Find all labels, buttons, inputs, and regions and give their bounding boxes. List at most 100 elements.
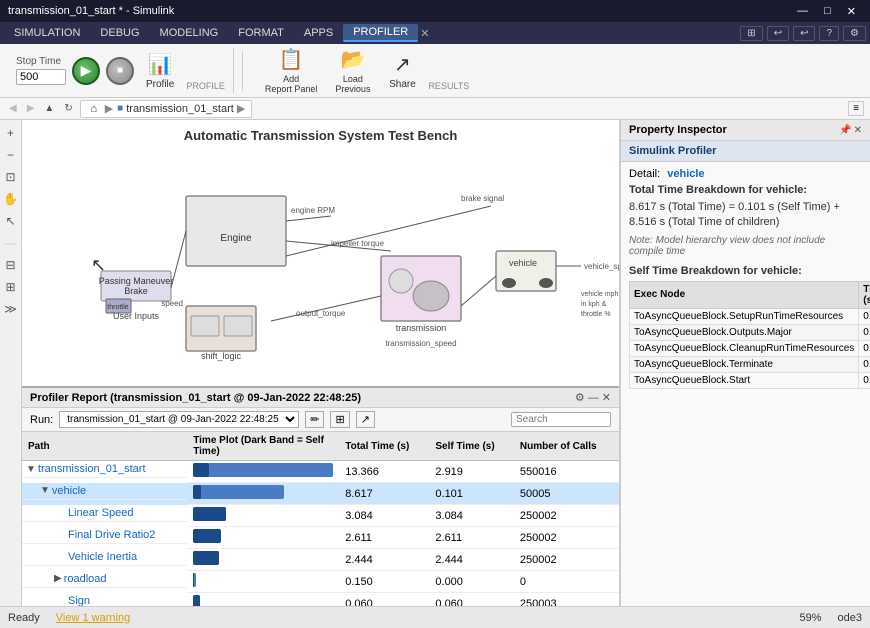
- transmission-speed-label: transmission_speed: [385, 339, 456, 348]
- path-label[interactable]: transmission_01_start: [38, 463, 146, 475]
- exec-node-cell: ToAsyncQueueBlock.Start: [630, 372, 859, 388]
- table-row[interactable]: Final Drive Ratio2 2.611 2.611 250002: [22, 527, 619, 549]
- sidebar-zoom-out[interactable]: −: [2, 146, 20, 164]
- collapse-button[interactable]: ≡: [848, 101, 864, 116]
- menu-modeling[interactable]: MODELING: [150, 25, 229, 41]
- compare-btn[interactable]: ⊞: [330, 411, 349, 428]
- canvas-area: Automatic Transmission System Test Bench…: [22, 120, 620, 606]
- self-time-cell: 2.611: [429, 527, 513, 549]
- share-button[interactable]: ↗ Share: [382, 48, 422, 94]
- prop-note: Note: Model hierarchy view does not incl…: [629, 235, 862, 257]
- svg-text:in kph &: in kph &: [581, 301, 607, 308]
- sidebar-more[interactable]: ≫: [2, 300, 20, 318]
- path-cell: ▼ vehicle: [22, 483, 187, 500]
- simulink-profiler-label: Simulink Profiler: [621, 141, 870, 162]
- profiler-close-btn[interactable]: ✕: [602, 391, 611, 404]
- time-cell: 0.062: [859, 308, 870, 324]
- engine-block[interactable]: [186, 196, 286, 266]
- search-input[interactable]: [511, 412, 611, 427]
- speed-label: speed: [161, 299, 183, 308]
- table-row[interactable]: ▼ transmission_01_start 13.366 2.919 550…: [22, 461, 619, 483]
- path-label[interactable]: Final Drive Ratio2: [68, 529, 155, 541]
- path-label[interactable]: Linear Speed: [68, 507, 133, 519]
- menu-icon-btn-1[interactable]: ⊞: [740, 26, 762, 41]
- exec-node-cell: ToAsyncQueueBlock.SetupRunTimeResources: [630, 308, 859, 324]
- panel-pin-btn[interactable]: 📌: [839, 125, 851, 136]
- breadcrumb-arrow: ▶: [237, 102, 245, 115]
- path-label[interactable]: Sign: [68, 595, 90, 607]
- table-row[interactable]: Sign 0.060 0.060 250003: [22, 593, 619, 607]
- edit-run-btn[interactable]: ✏: [305, 411, 324, 428]
- table-row[interactable]: ▶ roadload 0.150 0.000 0: [22, 571, 619, 593]
- profiler-data-table: Path Time Plot (Dark Band = Self Time) T…: [22, 432, 619, 606]
- refresh-button[interactable]: ↻: [61, 102, 75, 115]
- help-button[interactable]: ?: [819, 26, 839, 41]
- calls-cell: 50005: [514, 483, 619, 505]
- profiler-tab-close[interactable]: ✕: [420, 27, 429, 40]
- calls-cell: 250002: [514, 527, 619, 549]
- menu-simulation[interactable]: SIMULATION: [4, 25, 90, 41]
- close-button[interactable]: ✕: [841, 5, 862, 18]
- load-previous-button[interactable]: 📂 LoadPrevious: [329, 43, 376, 98]
- self-time-cell: 2.919: [429, 461, 513, 483]
- add-report-icon: 📋: [279, 47, 304, 72]
- sidebar-select[interactable]: ↖: [2, 212, 20, 230]
- export-btn[interactable]: ↗: [356, 411, 375, 428]
- col-self-time: Self Time (s): [429, 432, 513, 461]
- run-select[interactable]: transmission_01_start @ 09-Jan-2022 22:4…: [59, 411, 299, 428]
- profile-button[interactable]: 📊 Profile: [140, 48, 180, 94]
- status-zoom: 59%: [799, 612, 821, 624]
- expand-btn[interactable]: ▼: [40, 485, 50, 496]
- sidebar-zoom-in[interactable]: +: [2, 124, 20, 142]
- up-button[interactable]: ▲: [41, 102, 57, 115]
- run-button[interactable]: ▶: [72, 57, 100, 85]
- stop-time-group: Stop Time: [16, 56, 66, 85]
- redo-button[interactable]: ↩: [793, 26, 815, 41]
- total-time-cell: 8.617: [339, 483, 429, 505]
- table-row[interactable]: ▼ vehicle 8.617 0.101 50005: [22, 483, 619, 505]
- undo-button[interactable]: ↩: [767, 26, 789, 41]
- sidebar-align[interactable]: ⊟: [2, 256, 20, 274]
- col-time: Time (s): [859, 281, 870, 308]
- status-warning[interactable]: View 1 warning: [56, 612, 130, 624]
- table-row[interactable]: Linear Speed 3.084 3.084 250002: [22, 505, 619, 527]
- status-solver: ode3: [838, 612, 862, 624]
- menu-debug[interactable]: DEBUG: [90, 25, 149, 41]
- expand-btn[interactable]: ▶: [54, 573, 62, 584]
- profiler-settings-btn[interactable]: ⚙: [575, 391, 585, 404]
- transmission-label: transmission: [395, 323, 446, 333]
- stop-time-input[interactable]: [16, 69, 66, 85]
- minimize-button[interactable]: —: [791, 5, 814, 18]
- add-report-panel-button[interactable]: 📋 AddReport Panel: [259, 43, 324, 98]
- load-previous-icon: 📂: [340, 47, 365, 72]
- back-button[interactable]: ◀: [6, 102, 20, 115]
- expand-btn[interactable]: ▼: [26, 464, 36, 475]
- total-time-text: 8.617 s (Total Time) = 0.101 s (Self Tim…: [629, 200, 862, 231]
- maximize-button[interactable]: □: [818, 5, 837, 18]
- stop-button[interactable]: ■: [106, 57, 134, 85]
- list-item: ToAsyncQueueBlock.Terminate 0.000 1: [630, 356, 870, 372]
- menu-profiler-tab[interactable]: PROFILER: [343, 24, 418, 42]
- forward-button[interactable]: ▶: [24, 102, 38, 115]
- profiler-toolbar: Run: transmission_01_start @ 09-Jan-2022…: [22, 408, 619, 432]
- total-time-cell: 13.366: [339, 461, 429, 483]
- panel-close-btn[interactable]: ✕: [854, 125, 862, 136]
- settings-button[interactable]: ⚙: [843, 26, 866, 41]
- simulink-icon: ■: [117, 103, 123, 114]
- sidebar-grid[interactable]: ⊞: [2, 278, 20, 296]
- path-label[interactable]: vehicle: [52, 485, 86, 497]
- path-cell: Linear Speed: [22, 505, 187, 522]
- total-time-cell: 3.084: [339, 505, 429, 527]
- menu-format[interactable]: FORMAT: [228, 25, 294, 41]
- sidebar-pan[interactable]: ✋: [2, 190, 20, 208]
- path-label[interactable]: roadload: [64, 573, 107, 585]
- calls-cell: 0: [514, 571, 619, 593]
- profiler-minimize-btn[interactable]: —: [588, 391, 599, 404]
- content-area: + − ⊡ ✋ ↖ — ⊟ ⊞ ≫ Automatic Transmission…: [0, 120, 870, 606]
- path-label[interactable]: Vehicle Inertia: [68, 551, 137, 563]
- sidebar-separator: —: [2, 234, 20, 252]
- bar-cell: [187, 483, 339, 505]
- sidebar-fit[interactable]: ⊡: [2, 168, 20, 186]
- table-row[interactable]: Vehicle Inertia 2.444 2.444 250002: [22, 549, 619, 571]
- menu-apps[interactable]: APPS: [294, 25, 343, 41]
